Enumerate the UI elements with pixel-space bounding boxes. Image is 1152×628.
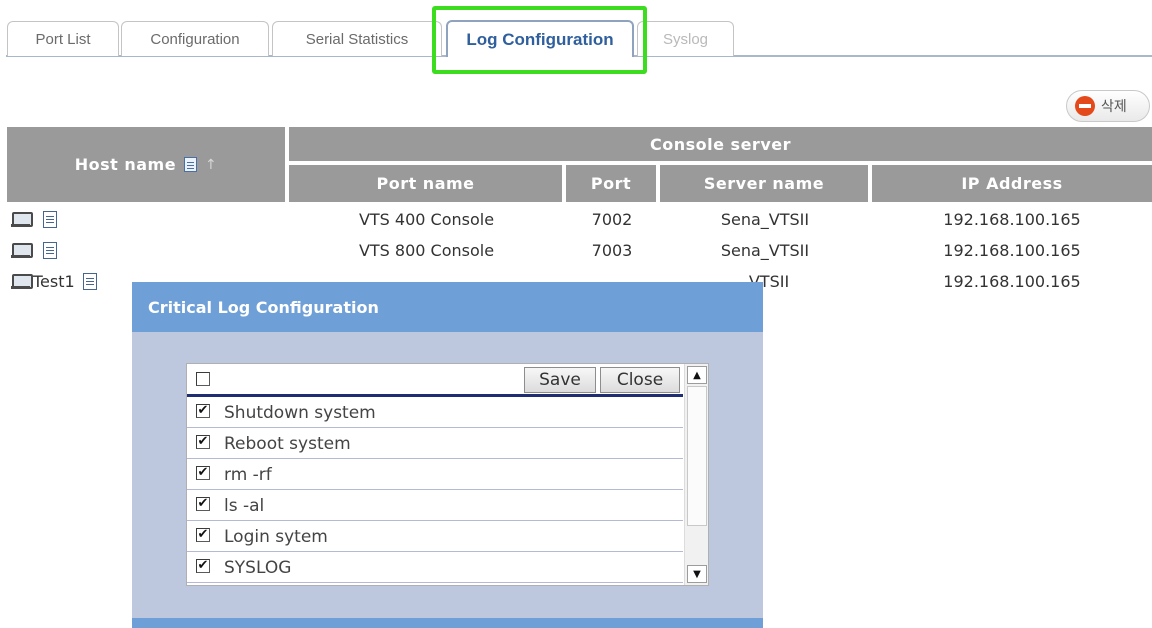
table-row[interactable]: VTS 800 Console 7003 Sena_VTSII 192.168.… bbox=[7, 235, 1152, 266]
ip-address: 192.168.100.165 bbox=[943, 241, 1081, 260]
item-label: ls -al bbox=[224, 495, 265, 516]
computer-icon[interactable] bbox=[11, 273, 33, 290]
host-name-header-label: Host name bbox=[74, 155, 177, 174]
item-label: Reboot system bbox=[224, 433, 351, 454]
scroll-down-arrow-icon[interactable]: ▼ bbox=[687, 565, 707, 583]
close-button[interactable]: Close bbox=[600, 367, 680, 393]
console-server-header: Console server bbox=[289, 127, 1152, 163]
table-row[interactable]: VTS 400 Console 7002 Sena_VTSII 192.168.… bbox=[7, 204, 1152, 235]
list-item[interactable]: ✔ rm -rf bbox=[187, 459, 683, 490]
list-toolbar: Save Close bbox=[187, 364, 683, 397]
port-header: Port bbox=[566, 165, 658, 202]
list-item[interactable]: ✔ Login sytem bbox=[187, 521, 683, 552]
server-name: Sena_VTSII bbox=[720, 210, 810, 229]
list-item[interactable]: ✔ ls -al bbox=[187, 490, 683, 521]
item-checkbox[interactable]: ✔ bbox=[196, 528, 210, 542]
tab-configuration[interactable]: Configuration bbox=[121, 21, 269, 56]
item-label: SYSLOG bbox=[224, 557, 292, 578]
tab-log-configuration[interactable]: Log Configuration bbox=[446, 20, 634, 57]
host-name: Test1 bbox=[33, 272, 75, 291]
sort-arrow-icon[interactable]: ↑ bbox=[205, 157, 217, 173]
computer-icon[interactable] bbox=[11, 242, 33, 259]
ip-address-header: IP Address bbox=[872, 165, 1152, 202]
port-name-header: Port name bbox=[289, 165, 564, 202]
ip-address: 192.168.100.165 bbox=[943, 210, 1081, 229]
scroll-up-arrow-icon[interactable]: ▲ bbox=[687, 366, 707, 384]
delete-button-label: 삭제 bbox=[1101, 99, 1127, 115]
document-icon[interactable] bbox=[82, 273, 97, 290]
critical-log-dialog: Critical Log Configuration Save Close ✔ … bbox=[132, 282, 763, 628]
document-icon[interactable] bbox=[184, 157, 198, 172]
tab-port-list[interactable]: Port List bbox=[7, 21, 119, 56]
document-icon[interactable] bbox=[43, 242, 57, 259]
list-item[interactable]: ✔ Reboot system bbox=[187, 428, 683, 459]
save-button[interactable]: Save bbox=[524, 367, 596, 393]
port-name: VTS 400 Console bbox=[358, 210, 495, 229]
host-name-header[interactable]: Host name ↑ bbox=[7, 127, 287, 202]
tab-bar: Port List Configuration Serial Statistic… bbox=[0, 0, 1152, 74]
list-item[interactable]: ✔ SYSLOG bbox=[187, 552, 683, 583]
minus-circle-icon bbox=[1075, 96, 1095, 116]
server-name: Sena_VTSII bbox=[720, 241, 810, 260]
computer-icon[interactable] bbox=[11, 211, 33, 228]
item-checkbox[interactable]: ✔ bbox=[196, 404, 210, 418]
item-label: Login sytem bbox=[224, 526, 328, 547]
dialog-title: Critical Log Configuration bbox=[132, 282, 763, 332]
item-checkbox[interactable]: ✔ bbox=[196, 497, 210, 511]
item-checkbox[interactable]: ✔ bbox=[196, 466, 210, 480]
dialog-footer-bar bbox=[132, 618, 763, 628]
select-all-checkbox[interactable] bbox=[196, 372, 210, 386]
item-label: Shutdown system bbox=[224, 402, 376, 423]
port: 7002 bbox=[591, 210, 633, 229]
tab-syslog[interactable]: Syslog bbox=[637, 21, 734, 56]
item-checkbox[interactable]: ✔ bbox=[196, 435, 210, 449]
document-icon[interactable] bbox=[43, 211, 57, 228]
port-name: VTS 800 Console bbox=[358, 241, 495, 260]
ip-address: 192.168.100.165 bbox=[943, 272, 1081, 291]
port: 7003 bbox=[591, 241, 633, 260]
server-name-header: Server name bbox=[660, 165, 870, 202]
vertical-scrollbar[interactable]: ▲ ▼ bbox=[684, 364, 708, 585]
tab-serial-statistics[interactable]: Serial Statistics bbox=[272, 21, 442, 56]
list-item[interactable]: ✔ Shutdown system bbox=[187, 397, 683, 428]
scrollbar-thumb[interactable] bbox=[687, 386, 707, 526]
item-label: rm -rf bbox=[224, 464, 272, 485]
item-checkbox[interactable]: ✔ bbox=[196, 559, 210, 573]
delete-button[interactable]: 삭제 bbox=[1066, 90, 1150, 122]
log-item-list: Save Close ✔ Shutdown system ✔ Reboot sy… bbox=[186, 363, 709, 586]
